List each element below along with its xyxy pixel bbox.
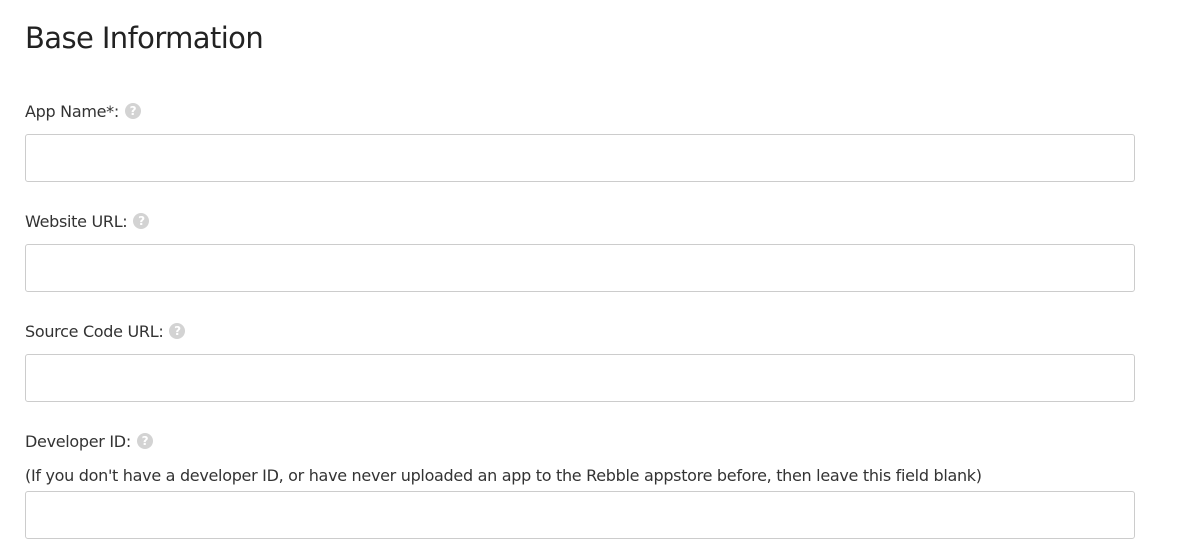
developer-id-label: Developer ID: — [25, 431, 131, 451]
source-code-url-label: Source Code URL: — [25, 321, 164, 341]
developer-id-hint: (If you don't have a developer ID, or ha… — [25, 466, 982, 485]
app-name-help-icon[interactable]: ? — [124, 103, 141, 119]
website-url-label: Website URL: — [25, 211, 128, 231]
app-name-label: App Name*: — [25, 101, 119, 121]
website-url-label-row: Website URL: ? — [25, 210, 150, 232]
app-name-label-row: App Name*: ? — [25, 100, 141, 122]
app-name-input[interactable] — [25, 134, 1135, 182]
source-code-url-help-icon[interactable]: ? — [169, 323, 186, 339]
developer-id-help-icon[interactable]: ? — [136, 433, 153, 449]
developer-id-label-row: Developer ID: ? — [25, 430, 153, 452]
source-code-url-input[interactable] — [25, 354, 1135, 402]
source-code-url-label-row: Source Code URL: ? — [25, 320, 186, 342]
developer-id-input[interactable] — [25, 491, 1135, 539]
website-url-help-icon[interactable]: ? — [133, 213, 150, 229]
base-information-form: Base Information App Name*: ? Website UR… — [0, 0, 1196, 551]
website-url-input[interactable] — [25, 244, 1135, 292]
section-title: Base Information — [25, 21, 264, 55]
